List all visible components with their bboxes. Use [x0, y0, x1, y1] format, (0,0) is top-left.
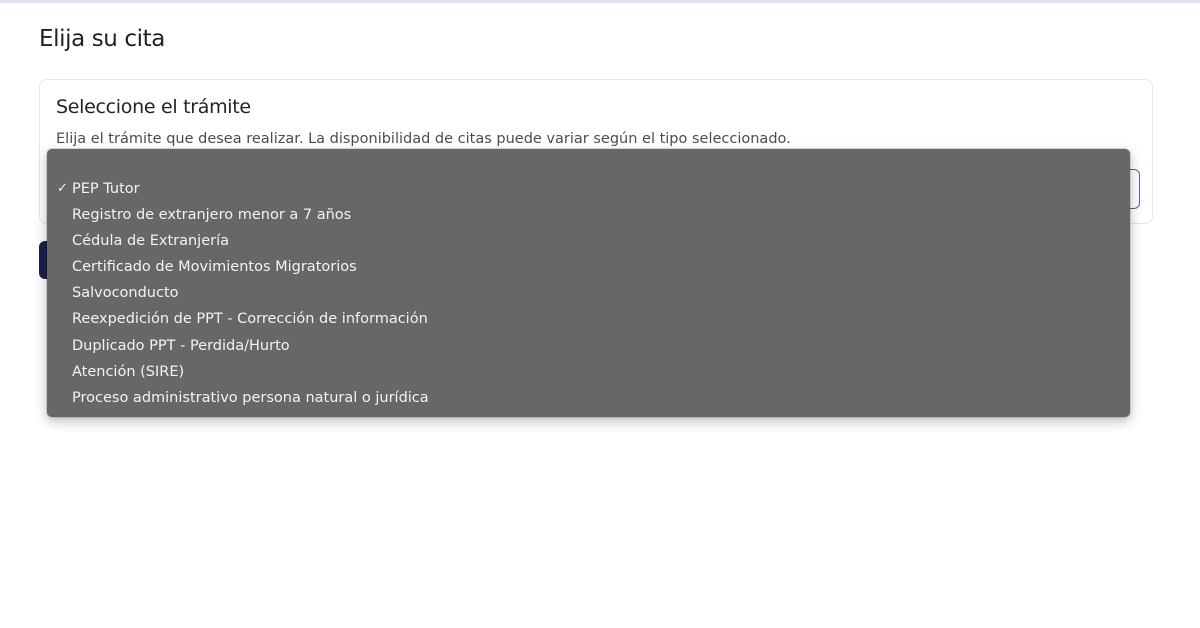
option-label: Registro de extranjero menor a 7 años: [72, 207, 352, 224]
option-label: Reexpedición de PPT - Corrección de info…: [72, 311, 428, 328]
option-label: Duplicado PPT - Perdida/Hurto: [72, 337, 290, 354]
option-label: Atención (SIRE): [72, 363, 185, 380]
card-title: Seleccione el trámite: [56, 96, 251, 118]
option-atencion-sire[interactable]: Atención (SIRE): [47, 359, 1130, 385]
option-label: PEP Tutor: [72, 181, 140, 197]
procedure-dropdown-menu[interactable]: ✓ PEP Tutor Registro de extranjero menor…: [47, 149, 1130, 417]
option-pep-tutor[interactable]: ✓ PEP Tutor: [47, 176, 1130, 202]
card-description: Elija el trámite que desea realizar. La …: [56, 131, 791, 147]
option-duplicado-ppt[interactable]: Duplicado PPT - Perdida/Hurto: [47, 333, 1130, 359]
option-certificado-movimientos[interactable]: Certificado de Movimientos Migratorios: [47, 254, 1130, 280]
option-cedula-extranjeria[interactable]: Cédula de Extranjería: [47, 228, 1130, 254]
option-label: Cédula de Extranjería: [72, 233, 229, 250]
option-label: Certificado de Movimientos Migratorios: [72, 259, 357, 276]
page-title: Elija su cita: [39, 26, 165, 52]
checkmark-icon: ✓: [57, 181, 68, 196]
option-reexpedicion-ppt[interactable]: Reexpedición de PPT - Corrección de info…: [47, 306, 1130, 332]
option-registro-extranjero-menor[interactable]: Registro de extranjero menor a 7 años: [47, 202, 1130, 228]
option-salvoconducto[interactable]: Salvoconducto: [47, 280, 1130, 306]
option-proceso-administrativo[interactable]: Proceso administrativo persona natural o…: [47, 385, 1130, 411]
option-label: Proceso administrativo persona natural o…: [72, 389, 429, 406]
top-border: [0, 0, 1200, 3]
option-label: Salvoconducto: [72, 285, 179, 302]
